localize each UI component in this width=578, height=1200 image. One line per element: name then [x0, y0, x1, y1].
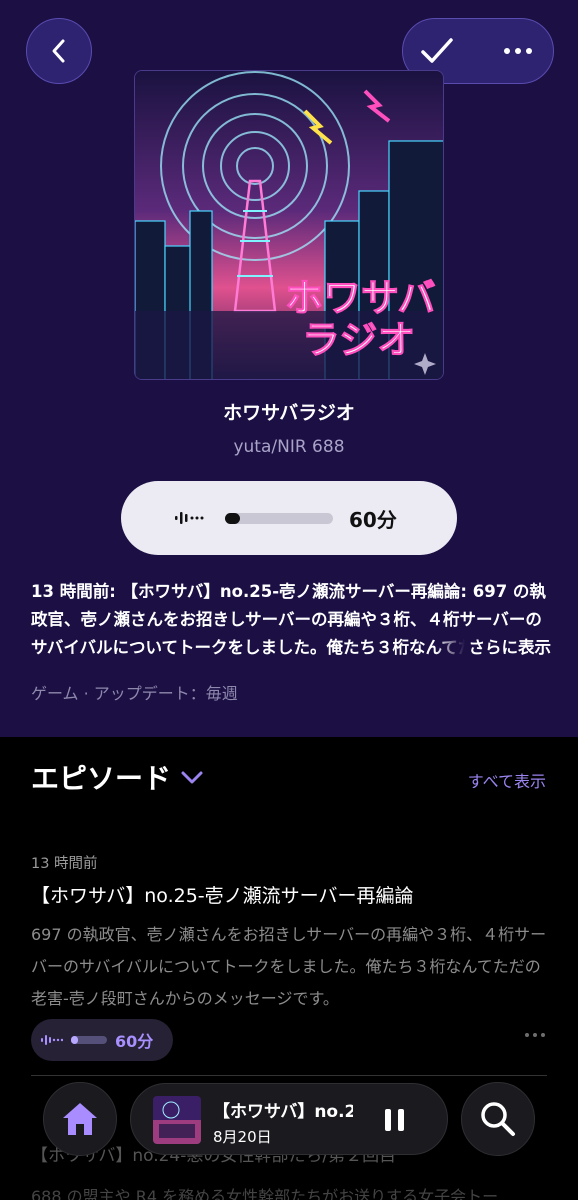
show-hero: ホワサバ ラジオ ホワサバラジオ yuta/NIR 688 60分 13 時間前…: [0, 0, 578, 737]
episode-title[interactable]: 【ホワサバ】no.25-壱ノ瀬流サーバー再編論: [31, 881, 413, 908]
episode-time: 13 時間前: [31, 856, 98, 872]
search-tab-button[interactable]: [461, 1082, 535, 1156]
episode-description[interactable]: 688 の盟主や R4 を務める女性幹部たちがお送りする女子会トー: [31, 1183, 498, 1200]
home-tab-button[interactable]: [43, 1082, 117, 1156]
episode-duration: 60分: [115, 1032, 154, 1051]
follow-button[interactable]: [419, 36, 455, 66]
episodes-header-label: エピソード: [31, 762, 172, 795]
search-icon: [481, 1102, 515, 1136]
episode-description[interactable]: 697 の執政官、壱ノ瀬さんをお招きしサーバーの再編や３桁、４桁サーバーのサバイ…: [31, 919, 551, 1015]
play-duration: 60分: [349, 507, 397, 532]
ellipsis-icon: [504, 48, 532, 54]
waveform-icon: [175, 512, 204, 524]
episode-progress-fill: [71, 1036, 79, 1044]
mini-player-date: 8月20日: [213, 1128, 272, 1146]
play-progress-bar: [225, 512, 333, 524]
waveform-icon: [41, 1035, 63, 1045]
mini-player-title: 【ホワサバ】no.25-壱ノ瀬流サーバー再編論: [213, 1102, 353, 1122]
ellipsis-icon: [525, 1033, 529, 1037]
play-latest-episode-button[interactable]: 60分: [121, 481, 457, 555]
checkmark-icon: [421, 38, 453, 63]
show-title: ホワサバラジオ: [223, 402, 355, 424]
see-all-link[interactable]: すべて表示: [468, 768, 546, 792]
episode-divider: [31, 1075, 547, 1076]
show-more-link[interactable]: さらに表示: [434, 634, 551, 662]
episode-play-button[interactable]: 60分: [31, 1019, 173, 1061]
episodes-header[interactable]: エピソード: [31, 757, 205, 797]
show-description[interactable]: 13 時間前: 【ホワサバ】no.25-壱ノ瀬流サーバー再編論: 697 の執政…: [31, 578, 551, 662]
chevron-left-icon: [52, 39, 65, 63]
artwork-title-line1: ホワサバ: [285, 276, 435, 320]
home-icon: [63, 1103, 97, 1135]
episode-progress-bar: [71, 1036, 107, 1044]
mini-player-artwork: [153, 1096, 201, 1144]
show-artwork: ホワサバ ラジオ: [134, 70, 444, 380]
chevron-down-icon: [181, 771, 203, 784]
play-progress-fill: [225, 512, 241, 524]
pause-icon[interactable]: [383, 1107, 407, 1133]
back-button[interactable]: [26, 18, 92, 84]
more-button[interactable]: [503, 47, 533, 55]
show-author[interactable]: yuta/NIR 688: [0, 437, 578, 457]
artwork-title-line2: ラジオ: [302, 318, 415, 362]
mini-player[interactable]: 【ホワサバ】no.25-壱ノ瀬流サーバー再編論 8月20日: [130, 1083, 448, 1155]
episode-more-button[interactable]: [525, 1033, 545, 1037]
show-genre: ゲーム · アップデート：毎週: [31, 684, 238, 703]
